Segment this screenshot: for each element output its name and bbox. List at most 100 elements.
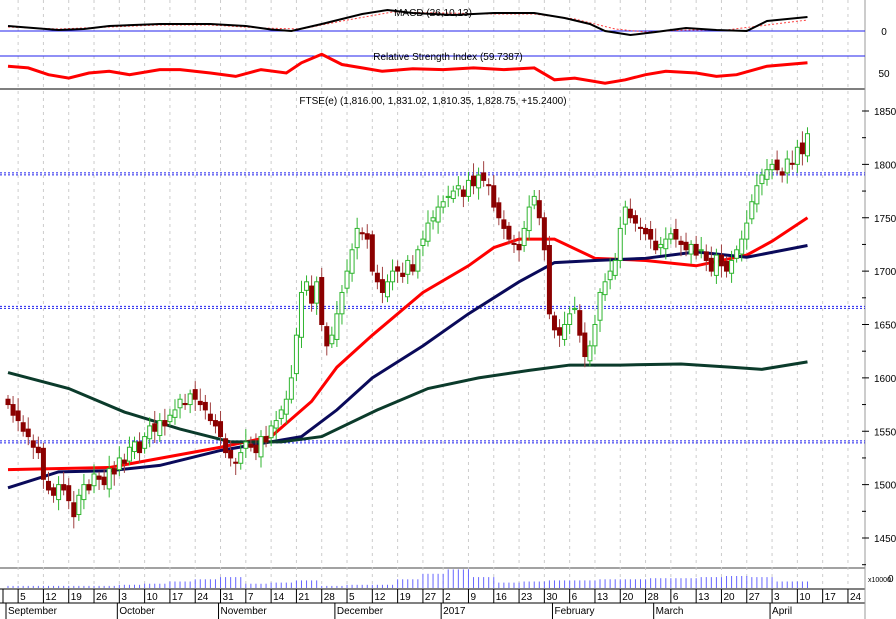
candle: [749, 194, 755, 225]
candle-body: [521, 227, 527, 247]
candle: [420, 230, 426, 257]
candle: [415, 245, 421, 279]
candle: [764, 159, 770, 186]
moving-average-line: [7, 360, 808, 444]
candle-body: [516, 243, 522, 251]
candle-body: [683, 241, 689, 251]
chart-canvas[interactable]: 5 12 19 26 3 10 17 24 31 7 14 21 28 5 12 19 27 2 9 16 23 30 6 1…: [0, 0, 896, 619]
candle: [804, 127, 810, 163]
volume-axis-value: 0: [888, 574, 894, 585]
candle: [152, 410, 158, 443]
candle-body: [96, 475, 102, 480]
candle-body: [385, 281, 390, 298]
y-tick-label: 1750: [874, 214, 896, 225]
candle-body: [567, 313, 573, 326]
candle-body: [476, 174, 482, 189]
candle-body: [309, 285, 315, 304]
candle-body: [162, 420, 168, 427]
candle: [314, 276, 320, 315]
candle: [546, 235, 552, 320]
candle-body: [238, 452, 244, 464]
candle-body: [66, 485, 72, 502]
candle-body: [511, 242, 517, 245]
candle: [385, 274, 390, 303]
candle-body: [587, 345, 593, 362]
candle-body: [182, 402, 188, 406]
candle-body: [440, 201, 446, 208]
candle: [526, 195, 532, 241]
x-tick-label: 2: [445, 592, 451, 603]
candle-body: [30, 440, 36, 448]
candle-body: [415, 249, 421, 272]
candle-body: [698, 249, 704, 252]
candle-body: [405, 259, 411, 275]
candle: [15, 398, 21, 432]
macd-axis-label: 0: [881, 27, 887, 38]
candle-body: [132, 441, 137, 453]
x-tick-label: 9: [470, 592, 476, 603]
candle: [182, 393, 188, 410]
candle-body: [794, 146, 800, 165]
candle-body: [374, 272, 380, 283]
x-tick-label: 24: [197, 592, 209, 603]
candle-body: [445, 195, 451, 198]
candle: [207, 402, 213, 425]
candle-body: [288, 377, 294, 400]
candle: [329, 326, 335, 348]
candle-body: [359, 232, 365, 235]
candle: [278, 405, 284, 425]
candle: [344, 259, 350, 294]
candle-body: [61, 484, 67, 491]
candle: [769, 159, 775, 180]
candle: [567, 306, 573, 335]
month-label: September: [8, 606, 58, 617]
x-tick-label: 19: [400, 592, 412, 603]
rsi-label: Relative Strength Index (59.7387): [373, 52, 523, 63]
candle-body: [45, 480, 51, 491]
candle-body: [718, 254, 724, 267]
candle-body: [471, 175, 477, 187]
candle: [496, 197, 502, 226]
candle-body: [263, 436, 269, 443]
candle-body: [283, 398, 289, 415]
candle: [218, 410, 224, 448]
candle: [51, 483, 57, 503]
candle: [233, 457, 239, 476]
candle-body: [435, 206, 441, 223]
candle-body: [248, 443, 254, 448]
candle: [612, 252, 618, 280]
candle-body: [688, 243, 694, 255]
candle: [536, 189, 542, 226]
candle: [66, 478, 72, 510]
candle-body: [678, 240, 684, 245]
candle: [111, 461, 117, 486]
candle: [471, 163, 477, 195]
candle-body: [577, 310, 583, 336]
candle-body: [349, 249, 355, 274]
candle-body: [668, 233, 674, 240]
candle-body: [106, 468, 112, 490]
x-tick-label: 31: [223, 592, 235, 603]
month-label: December: [337, 606, 384, 617]
candle: [61, 471, 67, 496]
month-label: April: [772, 606, 792, 617]
candle: [405, 255, 411, 284]
candle-body: [324, 326, 330, 347]
candle: [298, 280, 304, 348]
candle-body: [784, 158, 790, 174]
candle-body: [86, 484, 92, 491]
candle: [668, 227, 674, 245]
candle-body: [157, 420, 163, 437]
candle-body: [5, 398, 11, 406]
candle: [5, 394, 11, 409]
candle-body: [137, 441, 143, 454]
x-tick-label: 10: [799, 592, 811, 603]
candle: [390, 259, 396, 291]
candle: [223, 433, 229, 458]
candle-body: [207, 413, 213, 422]
candle-body: [597, 291, 603, 321]
candle-body: [81, 484, 87, 501]
candle-body: [410, 264, 416, 272]
candle: [491, 175, 497, 212]
y-tick-label: 1800: [874, 160, 896, 171]
